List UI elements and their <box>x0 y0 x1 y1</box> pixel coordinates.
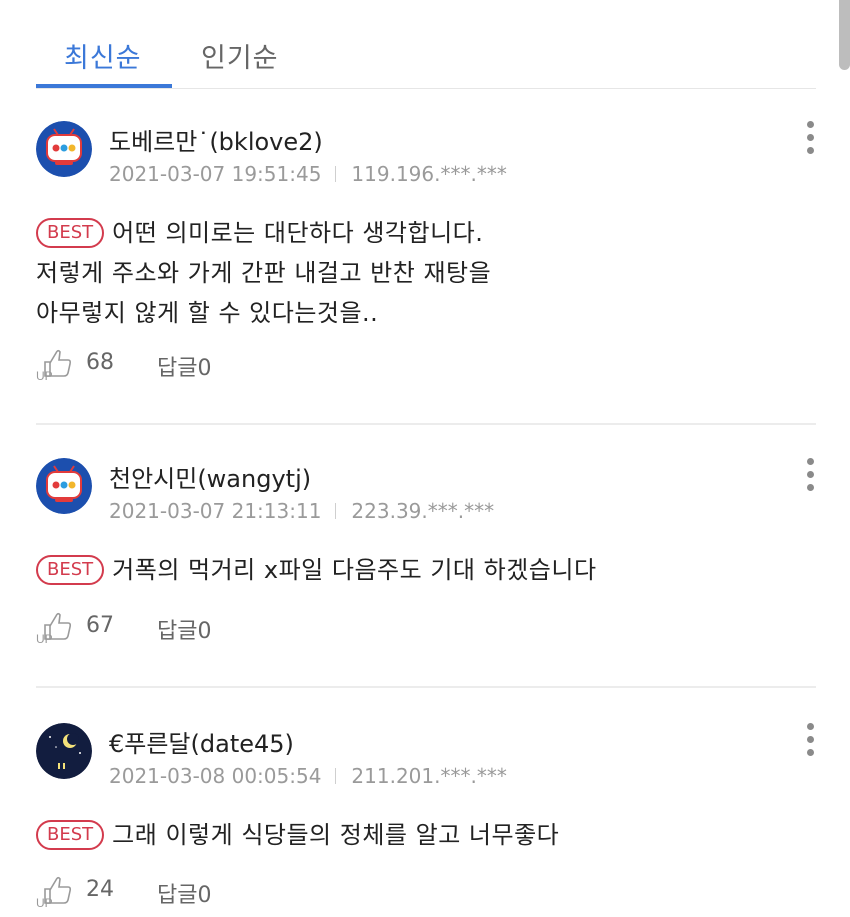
best-badge: BEST <box>36 555 105 585</box>
more-options-icon[interactable] <box>803 121 817 157</box>
thumbs-up-icon[interactable] <box>36 873 74 909</box>
more-options-icon[interactable] <box>803 458 817 494</box>
comment-body: BEST 그래 이렇게 식당들의 정체를 알고 너무좋다 <box>36 815 559 855</box>
meta-divider <box>335 503 337 519</box>
up-count: 67 <box>86 613 114 638</box>
comment-line: 저렇게 주소와 가게 간판 내걸고 반찬 재탕을 <box>36 259 492 287</box>
sort-tabs: 최신순 인기순 <box>36 0 816 89</box>
comment-ip: 211.201.***.*** <box>351 764 507 788</box>
best-badge: BEST <box>36 218 105 248</box>
comment-line: 그래 이렇게 식당들의 정체를 알고 너무좋다 <box>112 821 560 849</box>
comment-divider <box>36 686 816 688</box>
comment-line: 거폭의 먹거리 x파일 다음주도 기대 하겠습니다 <box>112 556 597 584</box>
up-count: 24 <box>86 877 114 902</box>
comment-divider <box>36 423 816 425</box>
reply-button[interactable]: 답글0 <box>157 350 211 382</box>
up-count: 68 <box>86 350 114 375</box>
tab-latest[interactable]: 최신순 <box>64 36 142 75</box>
comment-body: BEST 거폭의 먹거리 x파일 다음주도 기대 하겠습니다 <box>36 550 597 590</box>
active-tab-indicator <box>36 84 172 88</box>
comment-date: 2021-03-08 00:05:54 <box>109 764 322 788</box>
comment-meta: 2021-03-07 19:51:45 119.196.***.*** <box>109 162 507 186</box>
comment-date: 2021-03-07 19:51:45 <box>109 162 322 186</box>
comment-username[interactable]: 도베르만˙(bklove2) <box>109 122 323 157</box>
comment-body: BEST 어떤 의미로는 대단하다 생각합니다. 저렇게 주소와 가게 간판 내걸… <box>36 213 491 333</box>
comment-username[interactable]: €푸른달(date45) <box>109 724 294 759</box>
comment-username[interactable]: 천안시민(wangytj) <box>109 459 311 494</box>
meta-divider <box>335 768 337 784</box>
tab-popular[interactable]: 인기순 <box>201 36 279 75</box>
comment-line: 어떤 의미로는 대단하다 생각합니다. <box>112 219 484 247</box>
night-moon-avatar[interactable] <box>36 723 92 779</box>
tv-mascot-avatar[interactable] <box>36 121 92 177</box>
comment-meta: 2021-03-08 00:05:54 211.201.***.*** <box>109 764 507 788</box>
best-badge: BEST <box>36 820 105 850</box>
tv-mascot-avatar[interactable] <box>36 458 92 514</box>
comment-meta: 2021-03-07 21:13:11 223.39.***.*** <box>109 499 494 523</box>
comment-date: 2021-03-07 21:13:11 <box>109 499 322 523</box>
reply-button[interactable]: 답글0 <box>157 613 211 645</box>
comment-ip: 223.39.***.*** <box>351 499 495 523</box>
meta-divider <box>335 166 337 182</box>
comment-ip: 119.196.***.*** <box>351 162 507 186</box>
more-options-icon[interactable] <box>803 723 817 759</box>
reply-button[interactable]: 답글0 <box>157 877 211 909</box>
thumbs-up-icon[interactable] <box>36 346 74 382</box>
comment-line: 아무렇지 않게 할 수 있다는것을.. <box>36 299 379 327</box>
scrollbar-thumb[interactable] <box>839 0 850 70</box>
thumbs-up-icon[interactable] <box>36 609 74 645</box>
